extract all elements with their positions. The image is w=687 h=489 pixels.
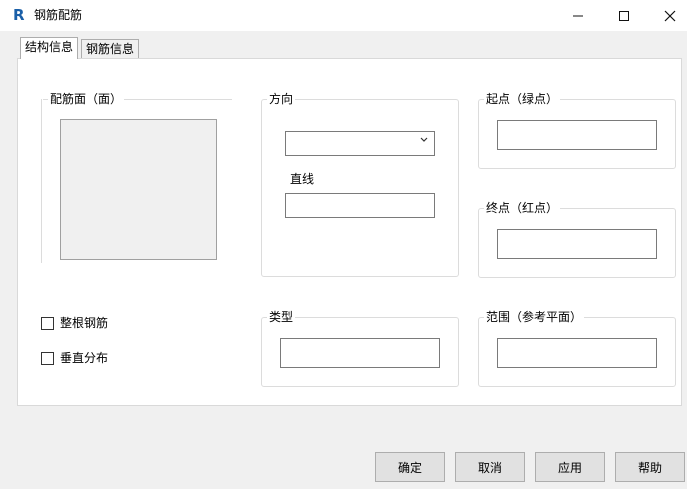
range-label: 范围（参考平面）: [484, 310, 585, 324]
face-preview[interactable]: [60, 119, 217, 260]
revit-app-icon: R: [13, 6, 25, 24]
straight-line-field[interactable]: [285, 193, 435, 218]
start-point-field[interactable]: [497, 120, 657, 150]
window-title: 钢筋配筋: [34, 8, 83, 22]
chevron-down-icon: [420, 136, 428, 147]
start-point-label: 起点（绿点）: [484, 92, 561, 106]
end-point-label: 终点（红点）: [484, 201, 561, 215]
range-field[interactable]: [497, 338, 657, 368]
maximize-button[interactable]: [601, 0, 647, 31]
direction-group-label: 方向: [267, 92, 296, 106]
help-button[interactable]: 帮助: [615, 452, 685, 482]
minimize-button[interactable]: [555, 0, 601, 31]
end-point-field[interactable]: [497, 229, 657, 259]
close-icon: [664, 10, 676, 21]
title-bar: R 钢筋配筋: [0, 0, 687, 31]
face-group-border: [41, 99, 42, 263]
straight-line-label: 直线: [290, 172, 315, 186]
apply-button[interactable]: 应用: [535, 452, 605, 482]
type-field[interactable]: [280, 338, 440, 368]
tab-rebar-info[interactable]: 钢筋信息: [81, 39, 140, 60]
close-button[interactable]: [647, 0, 687, 31]
minimize-icon: [573, 15, 583, 16]
whole-rebar-checkbox[interactable]: [41, 317, 54, 330]
cancel-button[interactable]: 取消: [455, 452, 525, 482]
direction-group: [261, 99, 459, 277]
whole-rebar-label: 整根钢筋: [60, 316, 109, 330]
direction-select[interactable]: [285, 131, 435, 156]
face-group-label: 配筋面（面）: [48, 92, 125, 106]
maximize-icon: [619, 10, 629, 21]
vertical-distribution-label: 垂直分布: [60, 351, 109, 365]
type-label: 类型: [267, 310, 296, 324]
ok-button[interactable]: 确定: [375, 452, 445, 482]
tab-structure-info[interactable]: 结构信息: [20, 37, 79, 59]
vertical-distribution-checkbox[interactable]: [41, 352, 54, 365]
